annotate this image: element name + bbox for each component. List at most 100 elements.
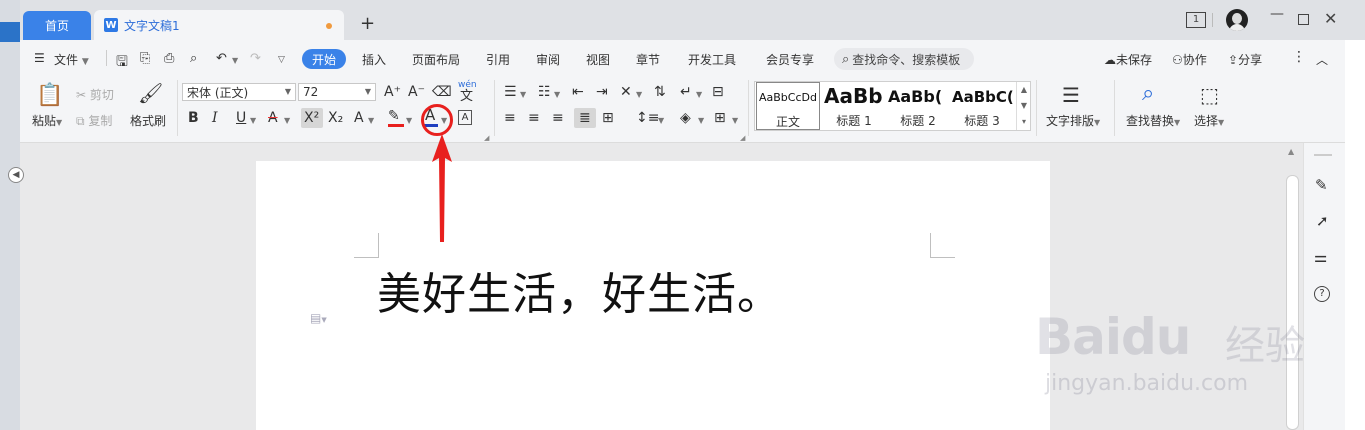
file-menu[interactable]: 文件 ▼ xyxy=(54,51,89,68)
adjust-icon[interactable]: ⚌ xyxy=(1314,249,1327,265)
style-heading-3[interactable]: AaBbC( 标题 3 xyxy=(950,82,1014,130)
numbered-list-dropdown-icon[interactable]: ▼ xyxy=(554,87,560,103)
increase-font-icon[interactable]: A⁺ xyxy=(384,84,401,100)
print-preview-icon[interactable]: ⌕ xyxy=(190,51,197,66)
strikethrough-dropdown-icon[interactable]: ▼ xyxy=(284,113,290,129)
cut-button[interactable]: ✂ 剪切 xyxy=(76,86,114,103)
tab-references[interactable]: 引用 xyxy=(486,51,510,68)
page-count-badge[interactable]: 1 xyxy=(1186,12,1206,28)
underline-dropdown-icon[interactable]: ▼ xyxy=(250,113,256,129)
shading-icon[interactable]: ◈ xyxy=(680,110,691,126)
font-name-select[interactable]: 宋体 (正文) ▼ xyxy=(182,83,296,101)
borders-dropdown-icon[interactable]: ▼ xyxy=(732,113,738,129)
avatar[interactable] xyxy=(1226,9,1248,31)
styles-scroll[interactable]: ▲ ▼ ▾ xyxy=(1016,82,1031,130)
copy-button[interactable]: ⧉ 复制 xyxy=(76,112,112,129)
style-normal[interactable]: AaBbCcDd 正文 xyxy=(756,82,820,130)
line-spacing-icon[interactable]: ↕≡ xyxy=(636,110,659,126)
tab-stops-icon[interactable]: ⊟ xyxy=(712,84,724,100)
tab-member[interactable]: 会员专享 xyxy=(766,51,814,68)
numbered-list-icon[interactable]: ☷ xyxy=(538,84,551,100)
minimize-icon[interactable]: — xyxy=(1270,6,1284,22)
cloud-save-status[interactable]: ☁未保存 xyxy=(1104,51,1152,68)
paste-button[interactable]: 粘贴▼ xyxy=(32,112,62,129)
italic-icon[interactable]: I xyxy=(212,110,218,126)
scroll-up-icon[interactable]: ▲ xyxy=(1288,147,1294,156)
highlight-dropdown-icon[interactable]: ▼ xyxy=(406,113,412,129)
edit-icon[interactable]: ✎ xyxy=(1315,177,1328,193)
decrease-indent-icon[interactable]: ⇤ xyxy=(572,84,584,100)
document-text[interactable]: 美好生活，好生活。 xyxy=(377,258,782,322)
bullet-list-dropdown-icon[interactable]: ▼ xyxy=(520,87,526,103)
format-painter-button[interactable]: 格式刷 xyxy=(130,112,166,129)
borders-icon[interactable]: ⊞ xyxy=(714,110,726,126)
chinese-layout-dropdown-icon[interactable]: ▼ xyxy=(636,87,642,103)
text-layout-icon[interactable]: ☰ xyxy=(1062,84,1080,106)
paste-icon[interactable]: 📋 xyxy=(36,84,63,108)
tab-chapter[interactable]: 章节 xyxy=(636,51,660,68)
tab-document[interactable]: W 文字文稿1 xyxy=(94,10,344,40)
char-border-icon[interactable]: A xyxy=(458,110,472,125)
subscript-icon[interactable]: X₂ xyxy=(328,110,343,126)
collab-button[interactable]: ⚇协作 xyxy=(1172,51,1207,68)
align-left-icon[interactable]: ≡ xyxy=(504,110,516,126)
command-search[interactable]: ⌕ 查找命令、搜索模板 xyxy=(834,48,974,70)
distributed-align-icon[interactable]: ⊞ xyxy=(602,110,614,126)
quick-access-more-icon[interactable]: ▽ xyxy=(278,55,285,65)
print-icon[interactable]: ⎙ xyxy=(164,51,174,66)
shading-dropdown-icon[interactable]: ▼ xyxy=(698,113,704,129)
select-button[interactable]: 选择▼ xyxy=(1194,112,1224,129)
font-size-select[interactable]: 72 ▼ xyxy=(298,83,376,101)
line-spacing-dropdown-icon[interactable]: ▼ xyxy=(658,113,664,129)
tab-home[interactable]: 首页 xyxy=(23,11,91,40)
undo-icon[interactable]: ↶ xyxy=(216,51,227,66)
find-replace-icon[interactable]: ⌕ xyxy=(1142,82,1154,106)
tab-developer[interactable]: 开发工具 xyxy=(688,51,736,68)
format-painter-icon[interactable]: 🖌 xyxy=(138,82,163,104)
collapse-left-icon[interactable]: ◀ xyxy=(8,167,24,183)
decrease-font-icon[interactable]: A⁻ xyxy=(408,84,425,100)
sort-icon[interactable]: ⇅ xyxy=(654,84,666,100)
bold-icon[interactable]: B xyxy=(188,110,199,126)
collapse-ribbon-icon[interactable]: ︿ xyxy=(1316,51,1328,68)
increase-indent-icon[interactable]: ⇥ xyxy=(596,84,608,100)
close-icon[interactable]: ✕ xyxy=(1324,9,1337,28)
show-marks-dropdown-icon[interactable]: ▼ xyxy=(696,87,702,103)
strikethrough-icon[interactable]: A xyxy=(268,110,278,126)
highlight-icon[interactable]: ✎ xyxy=(388,108,400,124)
new-tab-button[interactable]: + xyxy=(360,13,375,34)
more-options-icon[interactable]: ⋮ xyxy=(1292,49,1306,65)
cursor-icon[interactable]: ➚ xyxy=(1316,213,1329,229)
chinese-layout-icon[interactable]: ✕ xyxy=(620,84,632,100)
find-replace-button[interactable]: 查找替换▼ xyxy=(1126,112,1180,129)
highlight-circle xyxy=(421,104,453,136)
tab-page-layout[interactable]: 页面布局 xyxy=(412,51,460,68)
menu-divider xyxy=(106,50,107,66)
align-center-icon[interactable]: ≡ xyxy=(528,110,540,126)
text-layout-button[interactable]: 文字排版▼ xyxy=(1046,112,1100,129)
tab-insert[interactable]: 插入 xyxy=(362,51,386,68)
bullet-list-icon[interactable]: ☰ xyxy=(504,84,517,100)
text-effect-dropdown-icon[interactable]: ▼ xyxy=(368,113,374,129)
save-icon[interactable]: 🖫 xyxy=(116,51,128,75)
tab-review[interactable]: 审阅 xyxy=(536,51,560,68)
share-button[interactable]: ⇪分享 xyxy=(1228,51,1262,68)
superscript-button[interactable]: X² xyxy=(301,108,323,128)
pinyin-guide-icon[interactable]: 文 xyxy=(460,89,473,105)
style-heading-1[interactable]: AaBb 标题 1 xyxy=(822,82,886,130)
paragraph-handle-icon[interactable]: ▤▼ xyxy=(310,311,327,325)
justify-button[interactable]: ≣ xyxy=(574,108,596,128)
text-effect-icon[interactable]: A xyxy=(354,110,364,126)
align-right-icon[interactable]: ≡ xyxy=(552,110,564,126)
show-marks-icon[interactable]: ↵ xyxy=(680,84,692,100)
hamburger-icon[interactable]: ☰ xyxy=(34,51,45,65)
underline-icon[interactable]: U xyxy=(236,110,246,126)
undo-dropdown-icon[interactable]: ▼ xyxy=(232,56,238,65)
style-heading-2[interactable]: AaBb( 标题 2 xyxy=(886,82,950,130)
export-pdf-icon[interactable]: ⎘ xyxy=(140,51,150,66)
select-icon[interactable]: ⬚ xyxy=(1200,84,1219,106)
tab-start[interactable]: 开始 xyxy=(302,49,346,69)
clear-format-icon[interactable]: ⌫ xyxy=(432,84,452,100)
tab-view[interactable]: 视图 xyxy=(586,51,610,68)
maximize-icon[interactable] xyxy=(1298,14,1309,25)
